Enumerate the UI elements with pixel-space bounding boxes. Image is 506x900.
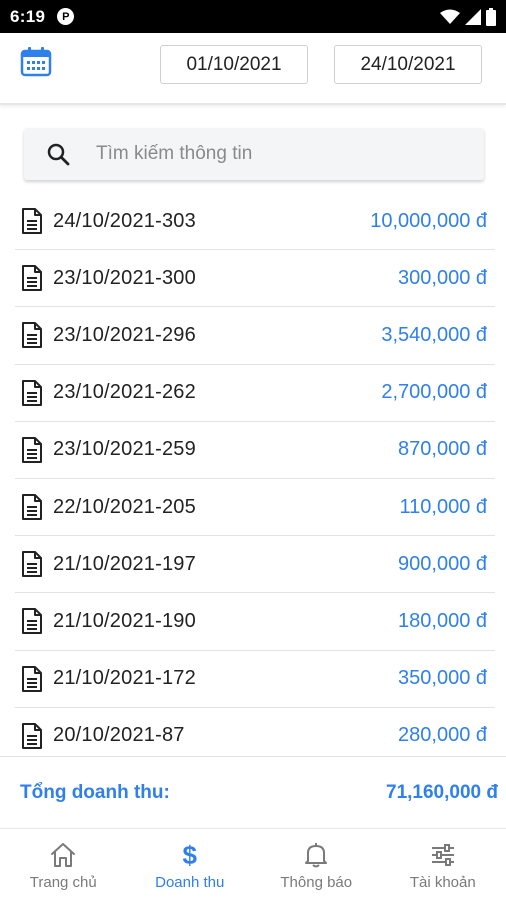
- document-icon: [22, 265, 42, 292]
- item-code: 23/10/2021-296: [53, 323, 196, 346]
- home-icon: [51, 843, 76, 867]
- revenue-list: 24/10/2021-303 10,000,000 đ 23/10/2021-3…: [15, 193, 495, 753]
- list-item[interactable]: 22/10/2021-205 110,000 đ: [15, 479, 495, 537]
- item-amount: 280,000 đ: [398, 724, 487, 747]
- item-code: 21/10/2021-197: [53, 552, 196, 575]
- list-item[interactable]: 24/10/2021-303 10,000,000 đ: [15, 193, 495, 251]
- document-icon: [22, 494, 42, 521]
- search-icon: [47, 143, 70, 166]
- document-icon: [22, 608, 42, 635]
- item-amount: 350,000 đ: [398, 667, 487, 690]
- total-label: Tổng doanh thu:: [20, 781, 170, 803]
- list-item[interactable]: 21/10/2021-197 900,000 đ: [15, 536, 495, 594]
- nav-notifications[interactable]: Thông báo: [253, 829, 380, 900]
- nav-account[interactable]: Tài khoản: [380, 829, 506, 900]
- nav-home[interactable]: Trang chủ: [0, 829, 127, 900]
- list-item[interactable]: 20/10/2021-87 280,000 đ: [15, 708, 495, 753]
- document-icon: [22, 322, 42, 349]
- item-code: 23/10/2021-300: [53, 266, 196, 289]
- list-item[interactable]: 21/10/2021-172 350,000 đ: [15, 651, 495, 708]
- search-input[interactable]: [96, 143, 456, 165]
- calendar-button[interactable]: [20, 47, 52, 77]
- nav-revenue-label: Doanh thu: [155, 874, 225, 891]
- item-amount: 110,000 đ: [399, 495, 488, 518]
- nav-revenue[interactable]: $ Doanh thu: [127, 829, 254, 900]
- document-icon: [22, 208, 42, 235]
- item-amount: 300,000 đ: [398, 266, 487, 289]
- item-amount: 10,000,000 đ: [370, 209, 487, 232]
- nav-account-label: Tài khoản: [409, 874, 476, 891]
- search-box[interactable]: [24, 128, 484, 180]
- item-amount: 3,540,000 đ: [381, 323, 487, 346]
- item-amount: 180,000 đ: [398, 609, 487, 632]
- app-notification-icon: P: [57, 8, 75, 25]
- sliders-icon: [431, 844, 454, 866]
- bottom-nav: Trang chủ $ Doanh thu Thông báo Tài khoả…: [0, 828, 506, 900]
- document-icon: [22, 722, 42, 749]
- item-code: 21/10/2021-172: [53, 667, 196, 690]
- battery-icon: [486, 7, 496, 26]
- total-value: 71,160,000 đ: [386, 781, 498, 803]
- item-code: 21/10/2021-190: [53, 609, 196, 632]
- list-item[interactable]: 23/10/2021-262 2,700,000 đ: [15, 365, 495, 422]
- item-code: 20/10/2021-87: [53, 724, 185, 747]
- item-code: 22/10/2021-205: [53, 495, 196, 518]
- signal-icon: [465, 8, 481, 25]
- nav-notifications-label: Thông báo: [280, 874, 353, 891]
- status-time: 6:19: [10, 6, 46, 26]
- bell-icon: [305, 843, 328, 868]
- item-amount: 870,000 đ: [398, 438, 487, 461]
- calendar-icon: [20, 47, 52, 77]
- item-amount: 900,000 đ: [398, 552, 487, 575]
- list-item[interactable]: 23/10/2021-300 300,000 đ: [15, 250, 495, 308]
- date-filter-bar: 01/10/2021 24/10/2021: [0, 33, 506, 105]
- total-bar: Tổng doanh thu: 71,160,000 đ: [0, 756, 506, 828]
- list-item[interactable]: 23/10/2021-259 870,000 đ: [15, 422, 495, 479]
- date-to-field[interactable]: 24/10/2021: [334, 45, 482, 84]
- document-icon: [22, 436, 42, 463]
- status-bar: 6:19 P: [0, 0, 506, 33]
- document-icon: [22, 551, 42, 578]
- wifi-icon: [440, 9, 460, 24]
- item-code: 23/10/2021-259: [53, 438, 196, 461]
- item-amount: 2,700,000 đ: [381, 381, 487, 404]
- date-from-field[interactable]: 01/10/2021: [160, 45, 308, 84]
- dollar-icon: $: [182, 840, 197, 870]
- list-item[interactable]: 23/10/2021-296 3,540,000 đ: [15, 307, 495, 365]
- document-icon: [22, 379, 42, 406]
- nav-home-label: Trang chủ: [29, 874, 97, 891]
- status-indicators: [440, 7, 496, 26]
- document-icon: [22, 665, 42, 692]
- item-code: 23/10/2021-262: [53, 381, 196, 404]
- item-code: 24/10/2021-303: [53, 209, 196, 232]
- list-item[interactable]: 21/10/2021-190 180,000 đ: [15, 593, 495, 651]
